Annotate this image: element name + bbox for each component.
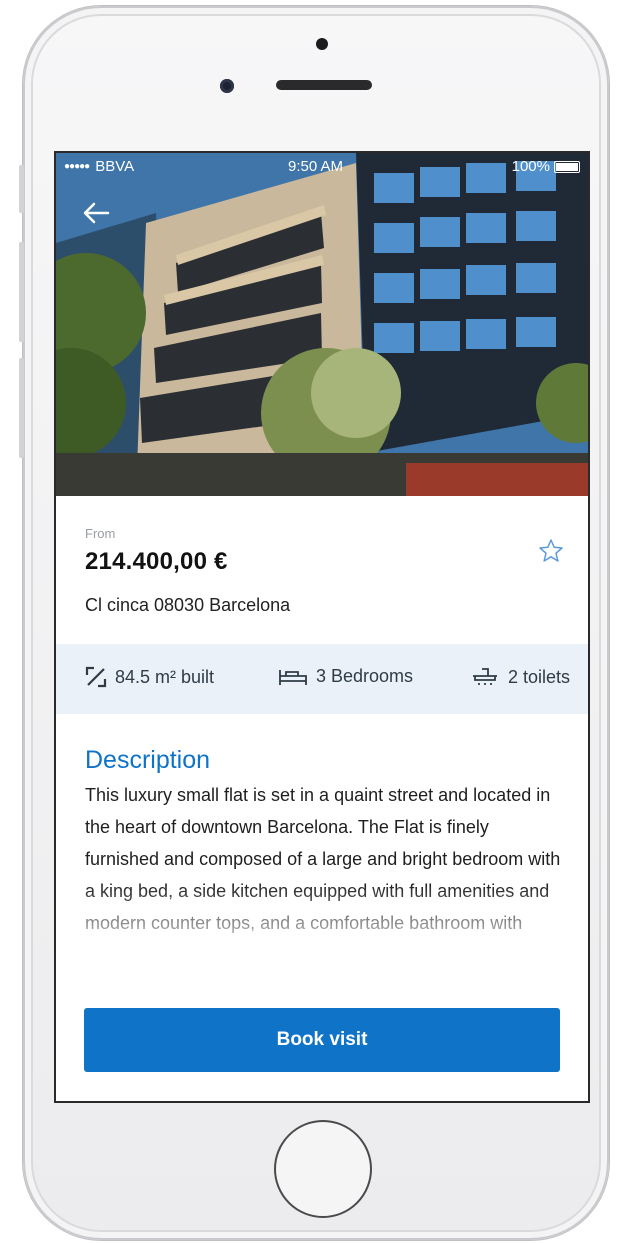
feature-area: 84.5 m² built [85, 666, 214, 688]
book-visit-button[interactable]: Book visit [84, 1008, 560, 1072]
volume-up-button [19, 242, 24, 342]
feature-toilets: 2 toilets [470, 666, 570, 688]
bed-icon [279, 669, 307, 685]
carrier-name: BBVA [95, 158, 135, 175]
earpiece-speaker [276, 80, 372, 90]
listing-address: Cl cinca 08030 Barcelona [85, 595, 291, 615]
status-time: 9:50 AM [288, 158, 344, 175]
mute-switch [19, 165, 24, 213]
description-title: Description [85, 746, 211, 774]
feature-area-label: 84.5 m² built [115, 666, 215, 687]
battery-percent: 100% [511, 158, 550, 175]
proximity-sensor [316, 38, 328, 50]
status-bar: ●●●●● BBVA 9:50 AM 100% [56, 153, 588, 179]
price-from-label: From [85, 526, 116, 541]
battery-info: 100% [512, 158, 580, 175]
star-icon[interactable] [538, 538, 564, 564]
home-button[interactable] [274, 1120, 372, 1218]
battery-icon [554, 160, 580, 173]
signal-strength-icon: ●●●●● [64, 161, 90, 172]
listing-price: 214.400,00 € [85, 548, 228, 575]
feature-bedrooms-label: 3 Bedrooms [316, 666, 414, 686]
app-screen: ●●●●● BBVA 9:50 AM 100% From 214.400,00 … [54, 151, 590, 1103]
back-arrow-icon[interactable] [82, 201, 110, 225]
volume-down-button [19, 358, 24, 458]
feature-bedrooms: 3 Bedrooms [278, 666, 413, 687]
expand-icon [85, 666, 107, 688]
front-camera [220, 79, 234, 93]
feature-toilets-label: 2 toilets [508, 666, 571, 687]
carrier-info: ●●●●● BBVA [64, 158, 134, 175]
features-bar: 84.5 m² built 3 Bedrooms 2 toilets [56, 644, 588, 714]
toilet-icon [473, 668, 497, 685]
property-photo: ●●●●● BBVA 9:50 AM 100% [56, 153, 588, 496]
